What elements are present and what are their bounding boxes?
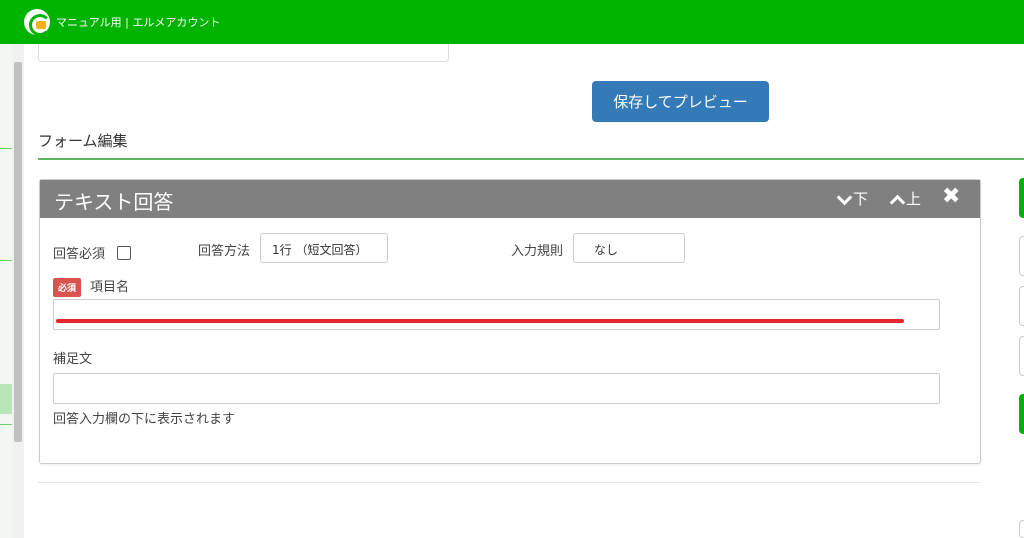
supplement-label: 補足文 xyxy=(53,352,93,367)
required-checkbox[interactable] xyxy=(117,246,131,260)
question-card-header: テキスト回答 下 上 ✖ xyxy=(40,180,980,218)
sidebar-divider xyxy=(0,148,12,149)
move-down-label: 下 xyxy=(853,190,869,208)
move-up-button[interactable]: 上 xyxy=(890,188,921,209)
lmessage-logo-icon xyxy=(24,9,51,36)
right-side-button[interactable] xyxy=(1019,236,1024,276)
save-and-preview-button[interactable]: 保存してプレビュー xyxy=(592,81,769,122)
right-side-button[interactable] xyxy=(1019,286,1024,326)
item-name-label: 項目名 xyxy=(90,280,130,295)
item-name-input[interactable] xyxy=(53,299,940,330)
answer-method-label: 回答方法 xyxy=(198,244,251,259)
required-label: 回答必須 xyxy=(53,247,106,262)
right-side-button[interactable] xyxy=(1019,336,1024,376)
question-card: テキスト回答 下 上 ✖ 回答必須 回答方法 1行 （短文回答） 入力規則 なし… xyxy=(39,179,981,464)
question-type-title: テキスト回答 xyxy=(54,190,174,214)
supplement-help-text: 回答入力欄の下に表示されます xyxy=(53,412,236,427)
account-name[interactable]: マニュアル用 | エルメアカウント xyxy=(56,14,220,30)
close-icon[interactable]: ✖ xyxy=(942,184,960,209)
section-title: フォーム編集 xyxy=(38,132,128,150)
chevron-up-icon xyxy=(890,192,904,206)
top-bar: マニュアル用 | エルメアカウント xyxy=(0,0,1024,44)
sidebar-divider xyxy=(0,260,12,261)
vertical-scrollbar[interactable] xyxy=(12,44,24,538)
input-rule-select[interactable]: なし xyxy=(573,233,685,263)
required-badge: 必須 xyxy=(53,278,82,297)
move-up-label: 上 xyxy=(906,190,922,208)
right-side-button[interactable] xyxy=(1019,520,1024,538)
chevron-down-icon xyxy=(837,192,851,206)
right-side-button[interactable] xyxy=(1019,394,1024,434)
sidebar-divider xyxy=(0,424,12,425)
red-underline-highlight xyxy=(56,319,904,323)
scrollbar-thumb[interactable] xyxy=(14,62,22,442)
answer-method-select[interactable]: 1行 （短文回答） xyxy=(260,233,388,263)
section-divider xyxy=(38,158,1024,160)
sidebar xyxy=(0,44,12,538)
move-down-button[interactable]: 下 xyxy=(837,188,868,209)
previous-input-field[interactable] xyxy=(38,44,449,62)
content-divider xyxy=(38,482,980,483)
supplement-input[interactable] xyxy=(53,373,940,404)
sidebar-item-active[interactable] xyxy=(0,384,12,414)
input-rule-label: 入力規則 xyxy=(511,244,564,259)
right-side-button[interactable] xyxy=(1019,178,1024,218)
